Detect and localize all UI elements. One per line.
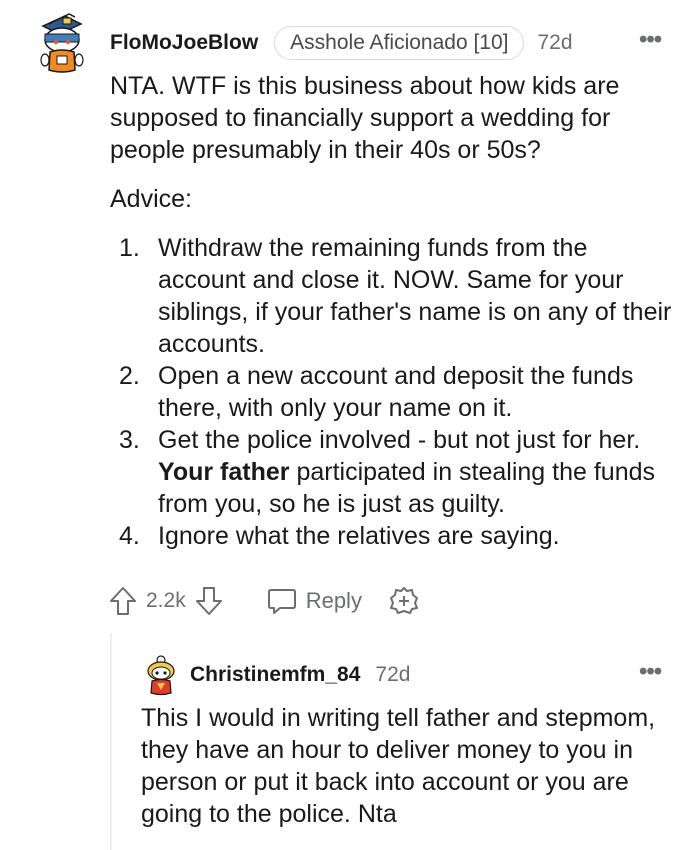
upvote-arrow-icon bbox=[110, 587, 136, 615]
downvote-button[interactable] bbox=[194, 585, 224, 617]
user-avatar[interactable] bbox=[35, 12, 89, 76]
reply-label: Reply bbox=[305, 588, 362, 613]
list-item-text-pre: Get the police involved - but not just f… bbox=[158, 426, 641, 454]
more-options-button[interactable]: ••• bbox=[639, 658, 662, 685]
list-item-text: Open a new account and deposit the funds… bbox=[158, 362, 634, 422]
thread-line[interactable] bbox=[110, 633, 112, 850]
comment-age: 72d bbox=[537, 31, 573, 54]
snoo-avatar-icon bbox=[40, 13, 84, 73]
vote-count: 2.2k bbox=[146, 589, 186, 612]
list-item-text: Ignore what the relatives are saying. bbox=[158, 522, 560, 550]
reply-button[interactable]: Reply bbox=[266, 586, 362, 616]
comment-body: NTA. WTF is this business about how kids… bbox=[110, 70, 680, 552]
more-options-button[interactable]: ••• bbox=[639, 26, 662, 53]
award-icon bbox=[389, 587, 418, 614]
user-avatar[interactable] bbox=[143, 654, 179, 696]
comment-meta: Christinemfm_84 72d bbox=[190, 660, 410, 690]
list-item: 3. Get the police involved - but not just… bbox=[119, 424, 680, 520]
list-item-bold-text: Your father bbox=[158, 458, 290, 486]
list-number: 4. bbox=[119, 522, 140, 550]
comment-paragraph: This I would in writing tell father and … bbox=[141, 704, 656, 828]
award-button[interactable] bbox=[388, 585, 420, 617]
list-number: 1. bbox=[119, 234, 140, 262]
list-item: 1. Withdraw the remaining funds from the … bbox=[119, 232, 680, 360]
comment-bubble-icon bbox=[267, 589, 296, 614]
comment-age: 72d bbox=[375, 663, 411, 686]
comment-paragraph: NTA. WTF is this business about how kids… bbox=[110, 72, 620, 164]
comment-body: This I would in writing tell father and … bbox=[141, 702, 671, 830]
list-item: 2. Open a new account and deposit the fun… bbox=[119, 360, 680, 424]
snoo-avatar-icon bbox=[147, 655, 175, 696]
advice-list: 1. Withdraw the remaining funds from the … bbox=[119, 232, 680, 552]
username[interactable]: FloMoJoeBlow bbox=[110, 31, 258, 55]
upvote-button[interactable] bbox=[108, 585, 138, 617]
list-item: 4. Ignore what the relatives are saying. bbox=[119, 520, 680, 552]
more-horizontal-icon: ••• bbox=[639, 26, 662, 53]
comment-actions: 2.2k Reply bbox=[108, 583, 420, 619]
more-horizontal-icon: ••• bbox=[639, 658, 662, 685]
user-flair: Asshole Aficionado [10] bbox=[274, 26, 524, 60]
comment-paragraph: Advice: bbox=[110, 185, 192, 213]
downvote-arrow-icon bbox=[195, 587, 222, 615]
list-item-text: Withdraw the remaining funds from the ac… bbox=[158, 234, 672, 358]
username[interactable]: Christinemfm_84 bbox=[190, 663, 360, 687]
list-number: 3. bbox=[119, 426, 140, 454]
comment-meta: FloMoJoeBlow Asshole Aficionado [10] 72d bbox=[110, 25, 573, 61]
list-number: 2. bbox=[119, 362, 140, 390]
